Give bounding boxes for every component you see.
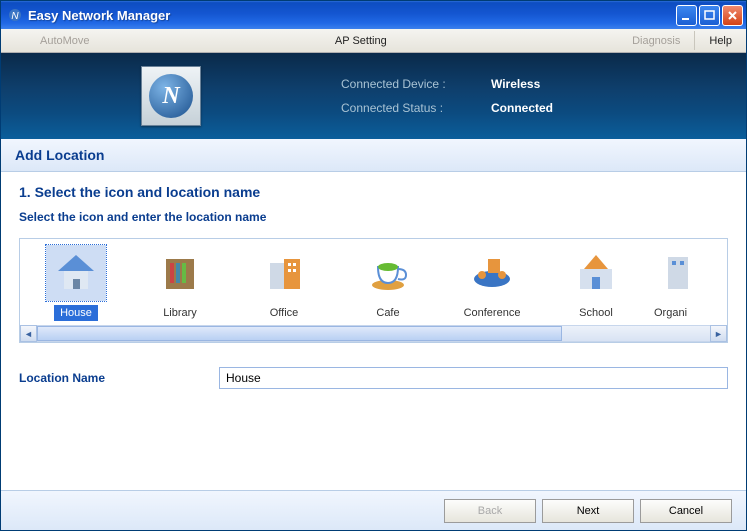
titlebar: N Easy Network Manager bbox=[1, 1, 746, 29]
connected-device-label: Connected Device : bbox=[341, 77, 491, 91]
icon-strip: House Library Office bbox=[20, 239, 727, 325]
location-label: Organi bbox=[648, 305, 693, 321]
cancel-button[interactable]: Cancel bbox=[640, 499, 732, 523]
location-item-house[interactable]: House bbox=[24, 245, 128, 321]
status-header: N Connected Device : Wireless Connected … bbox=[1, 53, 746, 139]
connected-status-label: Connected Status : bbox=[341, 101, 491, 115]
location-label: Conference bbox=[458, 305, 527, 321]
house-icon bbox=[46, 245, 106, 301]
back-button[interactable]: Back bbox=[444, 499, 536, 523]
location-item-conference[interactable]: Conference bbox=[440, 245, 544, 321]
location-label: School bbox=[573, 305, 619, 321]
app-icon: N bbox=[7, 7, 23, 23]
library-icon bbox=[150, 245, 210, 301]
menu-help[interactable]: Help bbox=[695, 29, 746, 52]
scroll-right-button[interactable]: ► bbox=[710, 325, 727, 342]
minimize-button[interactable] bbox=[676, 5, 697, 26]
cafe-icon bbox=[358, 245, 418, 301]
icon-scrollbar[interactable]: ◄ ► bbox=[20, 325, 727, 342]
menu-automove[interactable]: AutoMove bbox=[26, 29, 104, 52]
icon-picker: House Library Office bbox=[19, 238, 728, 343]
scroll-left-button[interactable]: ◄ bbox=[20, 325, 37, 342]
next-button[interactable]: Next bbox=[542, 499, 634, 523]
main-content: 1. Select the icon and location name Sel… bbox=[1, 172, 746, 490]
organization-icon bbox=[648, 245, 698, 301]
menu-apsetting[interactable]: AP Setting bbox=[321, 29, 401, 52]
connected-status-value: Connected bbox=[491, 101, 746, 115]
school-icon bbox=[566, 245, 626, 301]
wizard-footer: Back Next Cancel bbox=[1, 490, 746, 530]
close-button[interactable] bbox=[722, 5, 743, 26]
location-item-organization[interactable]: Organi bbox=[648, 245, 698, 321]
window-title: Easy Network Manager bbox=[28, 8, 674, 23]
location-item-school[interactable]: School bbox=[544, 245, 648, 321]
maximize-button[interactable] bbox=[699, 5, 720, 26]
app-window: N Easy Network Manager AutoMove AP Setti… bbox=[0, 0, 747, 531]
location-label: Cafe bbox=[370, 305, 405, 321]
conference-icon bbox=[462, 245, 522, 301]
menu-diagnosis[interactable]: Diagnosis bbox=[618, 29, 694, 52]
location-name-label: Location Name bbox=[19, 371, 219, 385]
menubar: AutoMove AP Setting Diagnosis Help bbox=[1, 29, 746, 53]
section-title: Add Location bbox=[1, 139, 746, 172]
location-item-library[interactable]: Library bbox=[128, 245, 232, 321]
location-label: Office bbox=[264, 305, 305, 321]
svg-text:N: N bbox=[11, 11, 19, 22]
step-title: 1. Select the icon and location name bbox=[19, 184, 728, 200]
location-name-input[interactable] bbox=[219, 367, 728, 389]
step-subtitle: Select the icon and enter the location n… bbox=[19, 210, 728, 224]
office-icon bbox=[254, 245, 314, 301]
app-logo: N bbox=[141, 66, 201, 126]
scroll-thumb[interactable] bbox=[37, 326, 562, 341]
location-label: House bbox=[54, 305, 98, 321]
location-item-office[interactable]: Office bbox=[232, 245, 336, 321]
location-label: Library bbox=[157, 305, 203, 321]
location-item-cafe[interactable]: Cafe bbox=[336, 245, 440, 321]
connected-device-value: Wireless bbox=[491, 77, 746, 91]
scroll-track[interactable] bbox=[37, 325, 710, 342]
